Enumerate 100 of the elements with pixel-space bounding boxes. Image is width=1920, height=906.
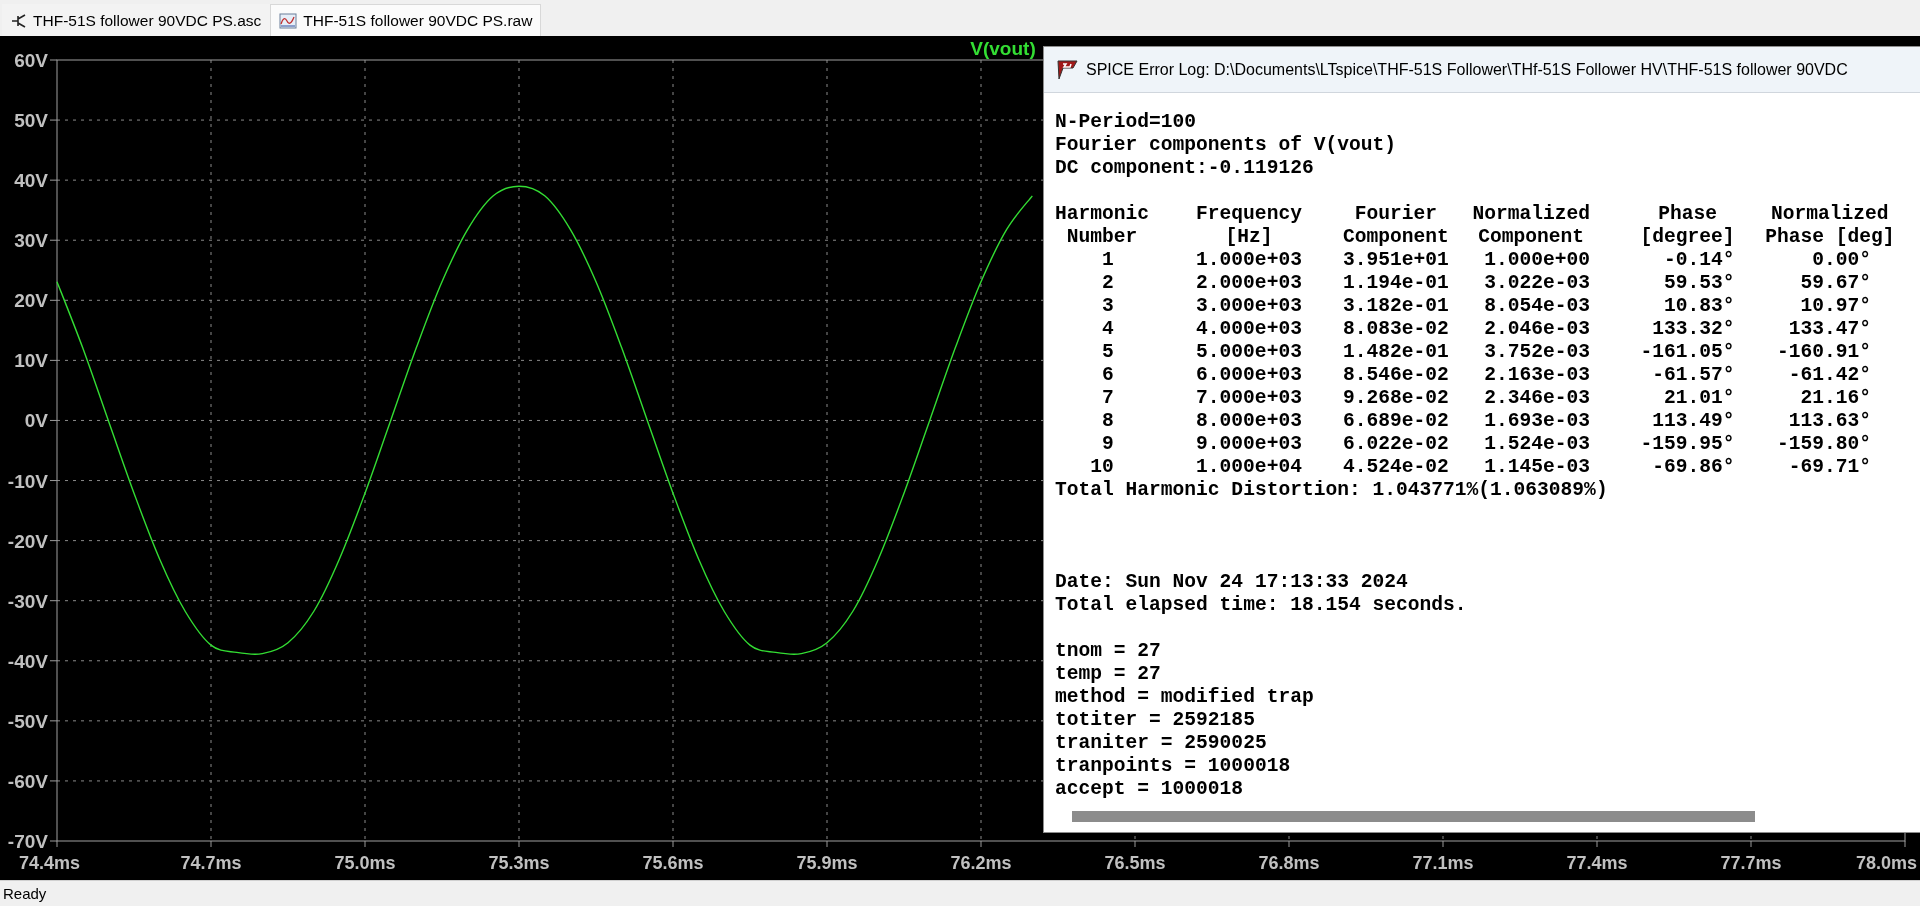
table-cell-text: -69.86° (1651, 456, 1735, 479)
table-cell-text: 6 (1101, 364, 1115, 387)
table-cell-text: 4.524e-02 (1342, 456, 1449, 479)
table-cell-text: 6.000e+03 (1195, 364, 1302, 387)
window-title: SPICE Error Log: D:\Documents\LTspice\THF-51S Follower\THf-51S Follower HV\THF-51S follower 90VDC (1086, 60, 1848, 79)
table-cell-text: -159.95° (1639, 433, 1735, 456)
table-cell-text: 2 (1101, 272, 1115, 295)
table-cell-text: 1 (1101, 249, 1115, 272)
table-cell-text: 3.022e-03 (1483, 272, 1590, 295)
column-header: Component (1478, 226, 1585, 249)
table-cell-text: -161.05° (1639, 341, 1735, 364)
table-cell-text: 113.63° (1787, 410, 1872, 433)
x-axis-label: 77.7ms (1720, 853, 1782, 873)
y-axis-label: -70V (7, 831, 48, 852)
table-cell-text: 3.951e+01 (1342, 249, 1449, 272)
x-axis-label: 75.0ms (334, 853, 396, 873)
table-cell-text: 9 (1101, 433, 1115, 456)
table-cell-text: -159.80° (1775, 433, 1872, 456)
column-header: [degree] (1640, 226, 1735, 249)
table-cell-text: 6.022e-02 (1342, 433, 1449, 456)
column-header: Component (1343, 226, 1449, 249)
table-cell-text: 9.268e-02 (1342, 387, 1449, 410)
x-axis-label: 76.8ms (1258, 853, 1320, 873)
y-axis-label: -60V (7, 770, 48, 792)
y-axis-label: 10V (14, 350, 48, 372)
y-axis-label: -30V (7, 590, 48, 612)
table-cell-text: 2.000e+03 (1195, 272, 1302, 295)
log-line: totiter = 2592185 (1055, 709, 1255, 732)
table-cell-text: -61.57° (1651, 364, 1735, 387)
column-header: Phase [deg] (1765, 226, 1895, 249)
column-header: Number (1066, 226, 1138, 249)
y-axis-label: -10V (7, 470, 48, 492)
log-line: accept = 1000018 (1055, 778, 1244, 801)
log-line: N-Period=100 (1055, 111, 1197, 134)
table-cell-text: 1.194e-01 (1342, 272, 1449, 295)
y-axis-label: 0V (24, 410, 48, 432)
log-line: traniter = 2590025 (1055, 732, 1267, 755)
y-axis-label: -50V (7, 710, 48, 732)
table-cell-text: 8 (1101, 410, 1115, 433)
y-axis-label: 40V (14, 170, 48, 192)
log-line: Date: Sun Nov 24 17:13:33 2024 (1055, 571, 1408, 594)
y-axis-label: -40V (7, 650, 48, 672)
table-cell-text: 2.163e-03 (1483, 364, 1590, 387)
table-cell-text: 4 (1101, 318, 1115, 341)
table-cell-text: 7 (1101, 387, 1115, 410)
table-cell-text: 10.83° (1663, 295, 1735, 318)
status-text: Ready (3, 885, 47, 902)
y-axis-label: 60V (14, 50, 48, 71)
table-cell-text: 59.67° (1799, 272, 1872, 295)
table-cell-text: 1.145e-03 (1483, 456, 1590, 479)
column-header: Harmonic (1055, 203, 1150, 226)
table-cell-text: 113.49° (1651, 410, 1735, 433)
x-axis-label: 75.9ms (796, 853, 858, 873)
table-cell-text: 8.000e+03 (1195, 410, 1302, 433)
table-cell-text: 1.482e-01 (1342, 341, 1449, 364)
column-header: [Hz] (1225, 226, 1273, 249)
x-axis-label: 77.1ms (1412, 853, 1474, 873)
column-header: Phase (1658, 203, 1717, 226)
table-cell-text: 21.16° (1799, 387, 1872, 410)
table-cell-text: 9.000e+03 (1195, 433, 1302, 456)
column-header: Normalized (1771, 203, 1889, 226)
log-line: DC component:-0.119126 (1055, 157, 1314, 180)
table-cell-text: 10.97° (1799, 295, 1872, 318)
x-axis-label: 74.7ms (180, 853, 242, 873)
table-cell-text: 8.546e-02 (1342, 364, 1449, 387)
table-cell-text: 59.53° (1663, 272, 1735, 295)
table-cell-text: 1.000e+04 (1195, 456, 1302, 479)
table-cell-text: 7.000e+03 (1195, 387, 1302, 410)
x-axis-label: 78.0ms (1855, 853, 1917, 873)
table-cell-text: 1.524e-03 (1483, 433, 1590, 456)
table-cell-text: 10 (1089, 456, 1115, 479)
table-cell-text: 0.00° (1811, 249, 1872, 272)
x-axis-label: 77.4ms (1566, 853, 1628, 873)
table-cell-text: -69.71° (1787, 456, 1872, 479)
table-cell-text: 5 (1101, 341, 1115, 364)
y-axis-label: 50V (14, 110, 48, 132)
table-cell-text: -160.91° (1775, 341, 1872, 364)
table-cell-text: 1.000e+00 (1483, 249, 1590, 272)
transistor-icon (11, 12, 27, 29)
table-cell-text: 8.054e-03 (1483, 295, 1590, 318)
y-axis-label: 20V (14, 290, 48, 312)
column-header: Fourier (1354, 203, 1438, 226)
table-cell-text: -0.14° (1663, 249, 1735, 272)
log-line: tnom = 27 (1055, 640, 1161, 663)
column-header: Normalized (1472, 203, 1590, 226)
table-cell-text: 3.752e-03 (1483, 341, 1590, 364)
table-cell-text: 8.083e-02 (1342, 318, 1449, 341)
table-cell-text: 21.01° (1663, 387, 1735, 410)
file-tab[interactable]: THF-51S follower 90VDC PS.raw (270, 4, 542, 36)
table-cell-text: 6.689e-02 (1342, 410, 1449, 433)
log-line: tranpoints = 1000018 (1055, 755, 1291, 778)
x-axis-label: 76.2ms (950, 853, 1012, 873)
trace-name[interactable]: V(vout) (970, 38, 1036, 59)
table-cell-text: 5.000e+03 (1195, 341, 1302, 364)
table-cell-text: 2.046e-03 (1483, 318, 1590, 341)
table-cell-text: 133.32° (1651, 318, 1735, 341)
scrollbar-thumb[interactable] (1072, 811, 1755, 822)
table-cell-text: 3.000e+03 (1195, 295, 1302, 318)
log-line: method = modified trap (1055, 686, 1314, 709)
column-header: Frequency (1196, 203, 1302, 226)
